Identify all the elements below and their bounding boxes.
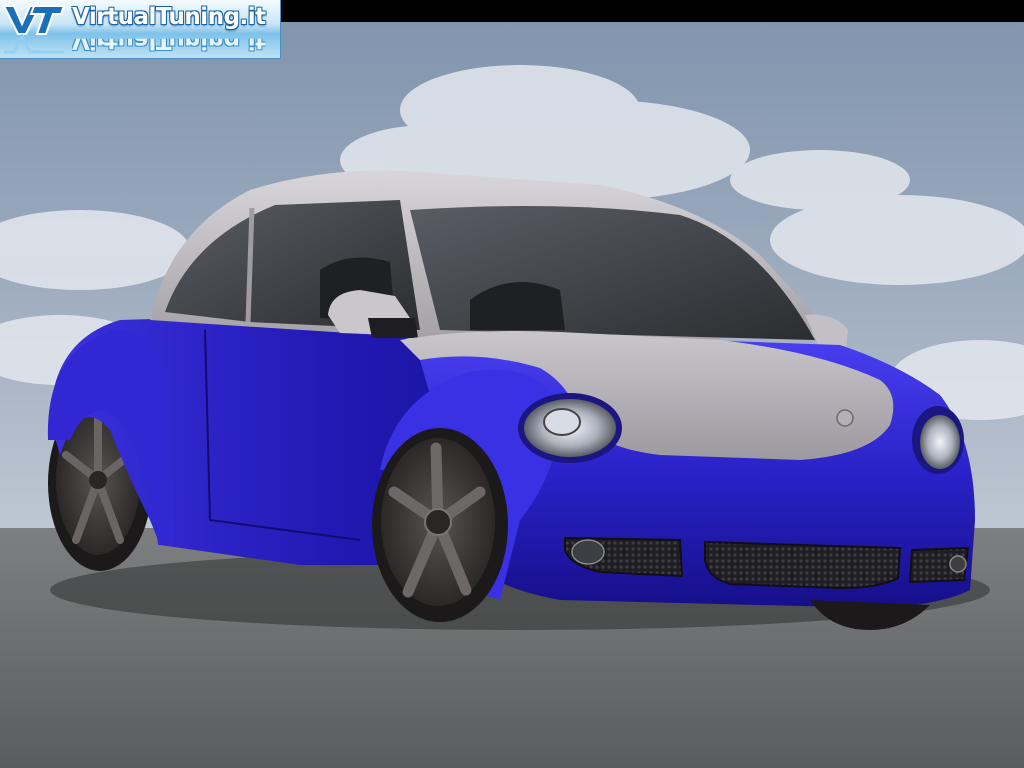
- center-grille: [704, 540, 902, 590]
- vt-logo-icon: [2, 5, 66, 54]
- badge-icon: [836, 409, 854, 427]
- right-headlamp: [912, 406, 964, 474]
- artwork: VirtualTuning.it VirtualTuning.it: [0, 0, 1024, 768]
- watermark-banner: VirtualTuning.it VirtualTuning.it: [0, 0, 281, 59]
- fog-lamp-right: [949, 555, 967, 573]
- car-photo: [0, 0, 1024, 768]
- front-wheel: [372, 428, 508, 622]
- left-headlamp: [518, 393, 622, 463]
- fog-lamp-left: [571, 539, 605, 565]
- watermark-text-reflection: VirtualTuning.it: [72, 27, 266, 53]
- watermark-text: VirtualTuning.it: [72, 4, 266, 30]
